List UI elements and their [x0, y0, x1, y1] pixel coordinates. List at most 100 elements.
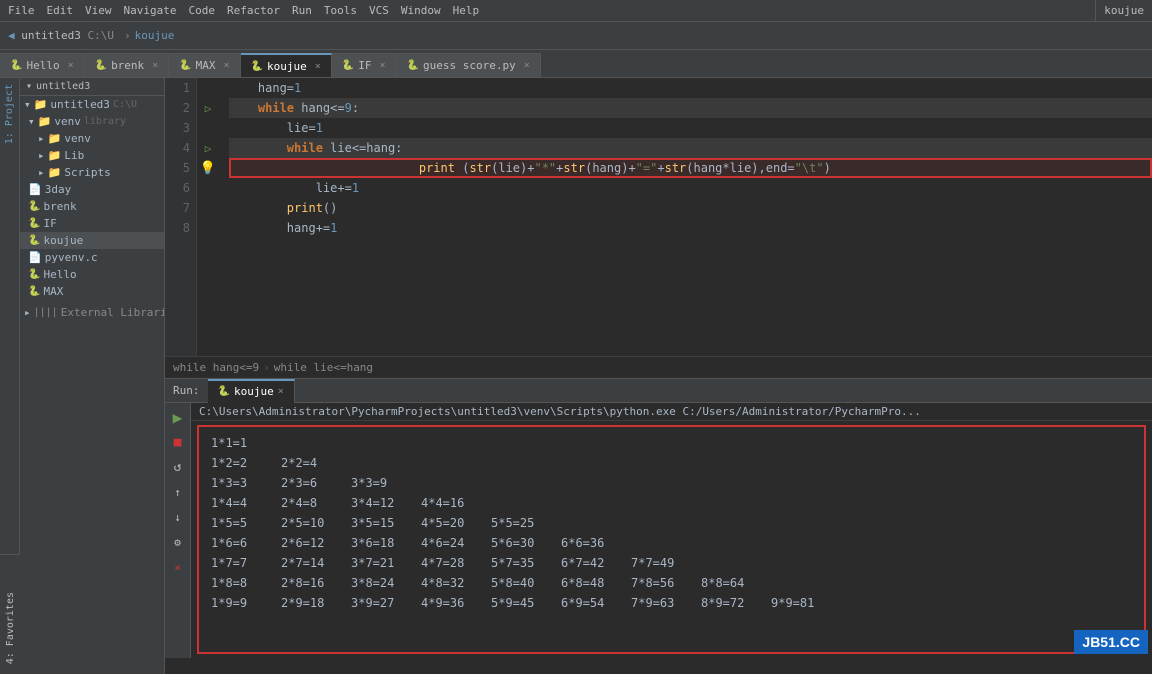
mt-cell: 1*5=5 — [211, 513, 281, 533]
mt-row-1: 1*1=1 — [211, 433, 1132, 453]
mt-row-9: 1*9=9 2*9=18 3*9=27 4*9=36 5*9=45 6*9=54… — [211, 593, 1132, 613]
tree-brenk[interactable]: 🐍 brenk — [20, 198, 164, 215]
menu-file[interactable]: File — [8, 4, 35, 17]
mt-cell: 4*4=16 — [421, 493, 491, 513]
mt-cell: 6*7=42 — [561, 553, 631, 573]
breadcrumb-item-1[interactable]: while hang<=9 — [173, 361, 259, 374]
mt-cell: 1*1=1 — [211, 433, 281, 453]
mt-cell: 3*9=27 — [351, 593, 421, 613]
mt-cell: 5*8=40 — [491, 573, 561, 593]
code-content[interactable]: hang=1 while hang<=9: lie=1 while lie<=h… — [219, 78, 1152, 356]
menu-navigate[interactable]: Navigate — [124, 4, 177, 17]
code-line-3: lie=1 — [229, 118, 1152, 138]
run-rerun-button[interactable]: ↺ — [168, 457, 188, 477]
mt-cell: 2*9=18 — [281, 593, 351, 613]
mt-row-7: 1*7=7 2*7=14 3*7=21 4*7=28 5*7=35 6*7=42… — [211, 553, 1132, 573]
menu-help[interactable]: Help — [453, 4, 480, 17]
mt-cell: 5*7=35 — [491, 553, 561, 573]
run-stop-button[interactable]: ■ — [168, 432, 188, 452]
mt-row-6: 1*6=6 2*6=12 3*6=18 4*6=24 5*6=30 6*6=36 — [211, 533, 1132, 553]
chevron-right-icon: ▸ — [38, 149, 45, 162]
mt-cell: 7*7=49 — [631, 553, 701, 573]
user-label: koujue — [1095, 0, 1152, 22]
tab-max[interactable]: 🐍 MAX × — [169, 53, 240, 77]
menu-bar: File Edit View Navigate Code Refactor Ru… — [0, 0, 1152, 22]
tree-if[interactable]: 🐍 IF — [20, 215, 164, 232]
tree-hello[interactable]: 🐍 Hello — [20, 266, 164, 283]
menu-tools[interactable]: Tools — [324, 4, 357, 17]
tab-hello[interactable]: 🐍 Hello × — [0, 53, 85, 77]
breadcrumb-separator: › — [263, 361, 270, 374]
breadcrumb-project: koujue — [135, 29, 175, 42]
close-icon[interactable]: × — [380, 60, 386, 71]
tree-external[interactable]: ▸ |||| External Librari... — [20, 304, 164, 321]
tree-lib[interactable]: ▸ 📁 Lib — [20, 147, 164, 164]
line-num-3: 3 — [165, 118, 190, 138]
mt-cell: 6*6=36 — [561, 533, 631, 553]
tab-guess-score[interactable]: 🐍 guess score.py × — [397, 53, 541, 77]
tab-koujue[interactable]: 🐍 koujue × — [241, 53, 332, 77]
close-icon[interactable]: × — [524, 60, 530, 71]
close-icon[interactable]: × — [68, 60, 74, 71]
menu-run[interactable]: Run — [292, 4, 312, 17]
run-tab-koujue[interactable]: 🐍 koujue × — [208, 379, 295, 403]
mt-cell: 4*6=24 — [421, 533, 491, 553]
mt-cell: 4*8=32 — [421, 573, 491, 593]
run-tab-bar: Run: 🐍 koujue × — [165, 379, 1152, 403]
strip-tab-project[interactable]: 1: Project — [1, 78, 18, 150]
breadcrumb-item-2[interactable]: while lie<=hang — [274, 361, 373, 374]
tree-scripts[interactable]: ▸ 📁 Scripts — [20, 164, 164, 181]
menu-view[interactable]: View — [85, 4, 112, 17]
tree-3day[interactable]: 📄 3day — [20, 181, 164, 198]
menu-refactor[interactable]: Refactor — [227, 4, 280, 17]
mt-cell: 8*9=72 — [701, 593, 771, 613]
gutter-4: ▷ — [197, 138, 219, 158]
scroll-down-button[interactable]: ↓ — [168, 507, 188, 527]
mt-cell: 5*5=25 — [491, 513, 561, 533]
close-icon[interactable]: × — [224, 60, 230, 71]
code-line-1: hang=1 — [229, 78, 1152, 98]
close-panel-button[interactable]: × — [168, 557, 188, 577]
menu-edit[interactable]: Edit — [47, 4, 74, 17]
tree-koujue[interactable]: 🐍 koujue — [20, 232, 164, 249]
code-editor[interactable]: 1 2 3 4 5 6 7 8 ▷ ▷ 💡 — [165, 78, 1152, 378]
menu-code[interactable]: Code — [188, 4, 215, 17]
tree-venv[interactable]: ▾ 📁 venv library — [20, 113, 164, 130]
tab-brenk[interactable]: 🐍 brenk × — [85, 53, 170, 77]
code-line-8: hang+=1 — [229, 218, 1152, 238]
title-bar: ◀ untitled3 C:\U › koujue — [0, 22, 1152, 50]
mt-cell: 5*9=45 — [491, 593, 561, 613]
close-icon[interactable]: × — [152, 60, 158, 71]
tree-max[interactable]: 🐍 MAX — [20, 283, 164, 300]
code-line-5: print (str(lie)+"*"+str(hang)+"="+str(ha… — [229, 158, 1152, 178]
tree-pyvenv[interactable]: 📄 pyvenv.c — [20, 249, 164, 266]
run-play-button[interactable]: ▶ — [168, 407, 188, 427]
tab-if[interactable]: 🐍 IF × — [332, 53, 397, 77]
close-icon[interactable]: × — [278, 386, 284, 397]
mt-cell: 7*9=63 — [631, 593, 701, 613]
scroll-up-button[interactable]: ↑ — [168, 482, 188, 502]
mt-cell: 7*8=56 — [631, 573, 701, 593]
run-label: Run: — [165, 384, 208, 397]
run-command-line: C:\Users\Administrator\PycharmProjects\u… — [191, 403, 1152, 421]
settings-button[interactable]: ⚙ — [168, 532, 188, 552]
tree-root[interactable]: ▾ 📁 untitled3 C:\U — [20, 96, 164, 113]
mt-cell: 2*7=14 — [281, 553, 351, 573]
menu-window[interactable]: Window — [401, 4, 441, 17]
close-icon[interactable]: × — [315, 61, 321, 72]
chevron-down-icon: ▾ — [26, 81, 32, 92]
gutter-7 — [197, 198, 219, 218]
line-num-6: 6 — [165, 178, 190, 198]
menu-vcs[interactable]: VCS — [369, 4, 389, 17]
chevron-down-icon: ▾ — [28, 115, 35, 128]
gutter-1 — [197, 78, 219, 98]
mt-cell: 2*2=4 — [281, 453, 351, 473]
line-num-5: 5 — [165, 158, 190, 178]
tree-include[interactable]: ▸ 📁 venv — [20, 130, 164, 147]
mt-cell: 8*8=64 — [701, 573, 771, 593]
chevron-down-icon: ▾ — [24, 98, 31, 111]
mt-row-8: 1*8=8 2*8=16 3*8=24 4*8=32 5*8=40 6*8=48… — [211, 573, 1132, 593]
code-line-2: while hang<=9: — [229, 98, 1152, 118]
mt-cell: 3*8=24 — [351, 573, 421, 593]
mt-cell: 3*6=18 — [351, 533, 421, 553]
